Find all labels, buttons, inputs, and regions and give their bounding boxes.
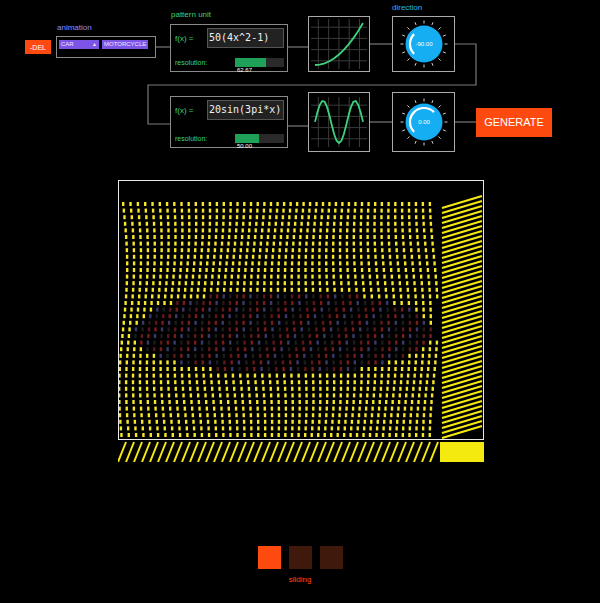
direction-knob[interactable]: -90.00 (399, 19, 449, 69)
resolution-slider[interactable]: 50.00 (235, 134, 284, 143)
pattern-unit: f(x) = 50(4x^2-1) resolution: 62.67 (170, 24, 288, 72)
mode-button[interactable] (289, 546, 312, 569)
canvas-frame (119, 181, 484, 440)
direction-node: 0.00 (392, 92, 455, 152)
direction-value: 0.00 (418, 119, 430, 125)
direction-label: direction (392, 3, 422, 12)
resolution-value: 62.67 (235, 67, 252, 73)
resolution-value: 50.00 (235, 143, 252, 149)
function-graph (308, 16, 370, 72)
function-graph (308, 92, 370, 152)
formula-input[interactable]: 50(4x^2-1) (207, 28, 284, 48)
slider-fill (235, 134, 259, 143)
pattern-row: f(x) = 50(4x^2-1) resolution: 62.67 -90.00 (170, 16, 455, 72)
canvas-area (0, 180, 600, 462)
pattern-row: f(x) = 20sin(3pi*x) resolution: 50.00 0.00 GE… (170, 92, 552, 152)
yellow-block (440, 442, 484, 462)
generate-button[interactable]: GENERATE (476, 108, 552, 137)
resolution-row: resolution: 62.67 (175, 58, 284, 67)
resolution-label: resolution: (175, 135, 231, 142)
direction-node: -90.00 (392, 16, 455, 72)
option-label: CAR (61, 40, 74, 49)
animation-label: animation (57, 23, 92, 32)
pattern-unit: f(x) = 20sin(3pi*x) resolution: 50.00 (170, 96, 288, 148)
graph-line (315, 101, 363, 143)
pattern-canvas[interactable] (118, 180, 484, 462)
delete-button[interactable]: -DEL (25, 40, 51, 54)
formula-row: f(x) = 20sin(3pi*x) (175, 100, 284, 120)
formula-input[interactable]: 20sin(3pi*x) (207, 100, 284, 120)
formula-label: f(x) = (175, 34, 203, 43)
node-editor: -DEL animation CAR ▲ MOTORCYCLE pattern unit d… (0, 0, 600, 180)
pattern-unit-label: pattern unit (171, 10, 211, 19)
mode-button[interactable] (320, 546, 343, 569)
resolution-row: resolution: 50.00 (175, 134, 284, 143)
formula-row: f(x) = 50(4x^2-1) (175, 28, 284, 48)
animation-option[interactable]: MOTORCYCLE (102, 40, 148, 49)
resolution-label: resolution: (175, 59, 231, 66)
animation-option[interactable]: CAR ▲ (59, 40, 99, 49)
slider-fill (235, 58, 266, 67)
graph-line (315, 23, 363, 65)
knob-indicator (409, 34, 413, 54)
resolution-slider[interactable]: 62.67 (235, 58, 284, 67)
bottom-stripes (118, 442, 438, 462)
option-label: MOTORCYCLE (104, 40, 146, 49)
dash-pattern (118, 202, 438, 437)
graph-chart (308, 94, 370, 150)
mode-button[interactable] (258, 546, 281, 569)
animation-node: CAR ▲ MOTORCYCLE (56, 36, 156, 58)
direction-value: -90.00 (415, 41, 433, 47)
mode-selector: sliding (0, 546, 600, 584)
caret-icon: ▲ (92, 40, 97, 49)
graph-chart (308, 16, 370, 72)
right-stripes (442, 196, 482, 438)
app: -DEL animation CAR ▲ MOTORCYCLE pattern unit d… (0, 0, 600, 603)
formula-label: f(x) = (175, 106, 203, 115)
direction-knob[interactable]: 0.00 (399, 97, 449, 147)
mode-label: sliding (289, 575, 312, 584)
knob-indicator (410, 108, 434, 132)
